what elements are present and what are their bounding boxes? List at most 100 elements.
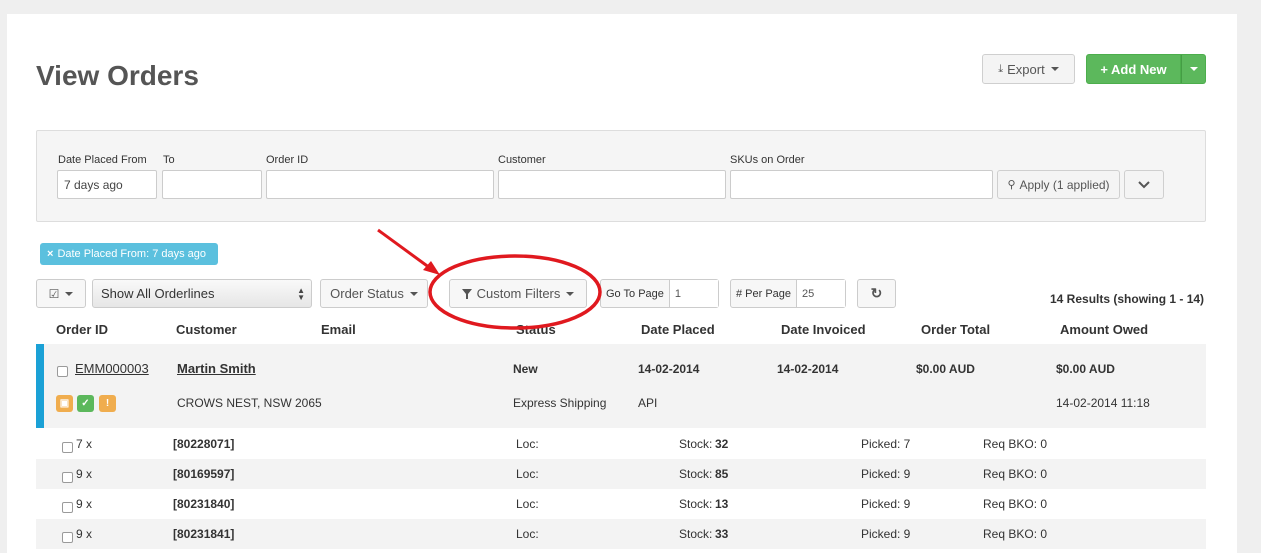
- orderline-loc: Loc:: [516, 527, 539, 541]
- close-icon[interactable]: ×: [47, 248, 53, 260]
- chevron-down-icon: [1189, 67, 1198, 71]
- order-status-label: Order Status: [330, 286, 404, 301]
- header-amount-owed[interactable]: Amount Owed: [1060, 322, 1148, 337]
- order-highlight-bar: [36, 344, 44, 428]
- date-from-label: Date Placed From: [58, 154, 147, 166]
- orderline-picked: Picked: 7: [861, 437, 911, 451]
- table-row: [36, 344, 1206, 428]
- order-timestamp: 14-02-2014 11:18: [1056, 396, 1150, 410]
- orderline-sku: [80228071]: [173, 437, 235, 451]
- orderline-checkbox[interactable]: [62, 442, 73, 453]
- chevron-down-icon: [1138, 180, 1150, 188]
- order-amount-owed: $0.00 AUD: [1056, 362, 1115, 376]
- orderline-bko: Req BKO: 0: [983, 527, 1048, 541]
- expand-filters-button[interactable]: [1124, 170, 1164, 199]
- export-button[interactable]: ⤓ Export: [982, 54, 1075, 84]
- order-source: API: [638, 396, 658, 410]
- custom-filters-label: Custom Filters: [476, 286, 561, 301]
- skus-label: SKUs on Order: [730, 154, 805, 166]
- orderline-checkbox[interactable]: [62, 502, 73, 513]
- shipping-method: Express Shipping: [513, 396, 607, 410]
- add-new-dropdown-button[interactable]: [1181, 54, 1206, 84]
- order-date-placed: 14-02-2014: [638, 362, 700, 376]
- orderline-bko: Req BKO: 0: [983, 497, 1048, 511]
- chevron-down-icon: [1050, 67, 1059, 71]
- search-icon: ⚲: [1007, 179, 1016, 191]
- orderline-sku: [80231840]: [173, 497, 235, 511]
- orderline-loc: Loc:: [516, 497, 539, 511]
- header-order-id[interactable]: Order ID: [56, 322, 108, 337]
- date-to-label: To: [163, 154, 175, 166]
- orderline-picked: Picked: 9: [861, 467, 911, 481]
- chevron-down-icon: [409, 291, 418, 296]
- orderlines-select[interactable]: Show All Orderlines ▲ ▼: [92, 279, 312, 308]
- page-title: View Orders: [36, 60, 199, 91]
- active-filter-label: Date Placed From: 7 days ago: [57, 248, 207, 260]
- order-checkbox[interactable]: [57, 366, 68, 377]
- warning-icon: !: [99, 395, 116, 412]
- go-to-page-label: Go To Page: [606, 287, 664, 300]
- order-status: New: [513, 362, 538, 376]
- per-page-input[interactable]: 25: [796, 280, 845, 307]
- refresh-button[interactable]: ↻: [857, 279, 896, 308]
- order-id-link[interactable]: EMM000003: [75, 361, 149, 376]
- date-to-input[interactable]: [162, 170, 262, 199]
- orderlines-select-value: Show All Orderlines: [101, 286, 215, 301]
- filter-icon: [461, 288, 472, 299]
- chevron-down-icon: [566, 291, 575, 296]
- select-all-dropdown[interactable]: ☑: [36, 279, 86, 308]
- header-date-placed[interactable]: Date Placed: [641, 322, 715, 337]
- order-total: $0.00 AUD: [916, 362, 975, 376]
- orderline-sku: [80231841]: [173, 527, 235, 541]
- header-email[interactable]: Email: [321, 322, 356, 337]
- orderline-loc: Loc:: [516, 437, 539, 451]
- orderline-qty: 9 x: [76, 497, 93, 511]
- apply-button[interactable]: ⚲ Apply (1 applied): [997, 170, 1120, 199]
- custom-filters-button[interactable]: Custom Filters: [449, 279, 587, 308]
- order-id-label: Order ID: [266, 154, 309, 166]
- customer-input[interactable]: [498, 170, 726, 199]
- date-from-input[interactable]: 7 days ago: [57, 170, 157, 199]
- add-new-label: Add New: [1110, 61, 1167, 77]
- orderline-checkbox[interactable]: [62, 472, 73, 483]
- per-page-label: # Per Page: [736, 287, 792, 300]
- orderline-picked: Picked: 9: [861, 527, 911, 541]
- refresh-icon: ↻: [870, 285, 883, 301]
- check-icon: ✓: [77, 395, 94, 412]
- checkbox-icon: ☑: [48, 286, 60, 301]
- go-to-page-input[interactable]: 1: [668, 280, 718, 307]
- orderline-loc: Loc:: [516, 467, 539, 481]
- active-filter-badge[interactable]: × Date Placed From: 7 days ago: [40, 243, 218, 265]
- skus-input[interactable]: [730, 170, 993, 199]
- header-order-total[interactable]: Order Total: [921, 322, 990, 337]
- apply-label: Apply (1 applied): [1019, 177, 1110, 192]
- order-date-invoiced: 14-02-2014: [777, 362, 839, 376]
- export-label: Export: [1007, 61, 1045, 77]
- orderline-qty: 9 x: [76, 527, 93, 541]
- orderline-qty: 9 x: [76, 467, 93, 481]
- add-new-button[interactable]: + Add New: [1086, 54, 1181, 84]
- orderline-qty: 7 x: [76, 437, 93, 451]
- header-status[interactable]: Status: [516, 322, 556, 337]
- orderline-stock: 13: [715, 497, 729, 511]
- customer-location: CROWS NEST, NSW 2065: [177, 396, 322, 410]
- orderline-stock: 32: [715, 437, 729, 451]
- go-to-page-group: Go To Page 1: [600, 279, 719, 308]
- orderline-bko: Req BKO: 0: [983, 437, 1048, 451]
- orderline-bko: Req BKO: 0: [983, 467, 1048, 481]
- orderline-checkbox[interactable]: [62, 532, 73, 543]
- chevron-down-icon: [65, 291, 74, 296]
- download-icon: ⤓: [998, 62, 1004, 75]
- results-count: 14 Results (showing 1 - 14): [1050, 292, 1205, 306]
- customer-label: Customer: [498, 154, 546, 166]
- orderline-stock: 85: [715, 467, 729, 481]
- order-status-button[interactable]: Order Status: [320, 279, 428, 308]
- customer-link[interactable]: Martin Smith: [177, 361, 256, 376]
- per-page-group: # Per Page 25: [730, 279, 846, 308]
- orderline-picked: Picked: 9: [861, 497, 911, 511]
- select-arrows-icon: ▲ ▼: [297, 285, 305, 302]
- header-date-invoiced[interactable]: Date Invoiced: [781, 322, 866, 337]
- orderline-stock-label: Stock:: [679, 467, 713, 481]
- header-customer[interactable]: Customer: [176, 322, 237, 337]
- order-id-input[interactable]: [266, 170, 494, 199]
